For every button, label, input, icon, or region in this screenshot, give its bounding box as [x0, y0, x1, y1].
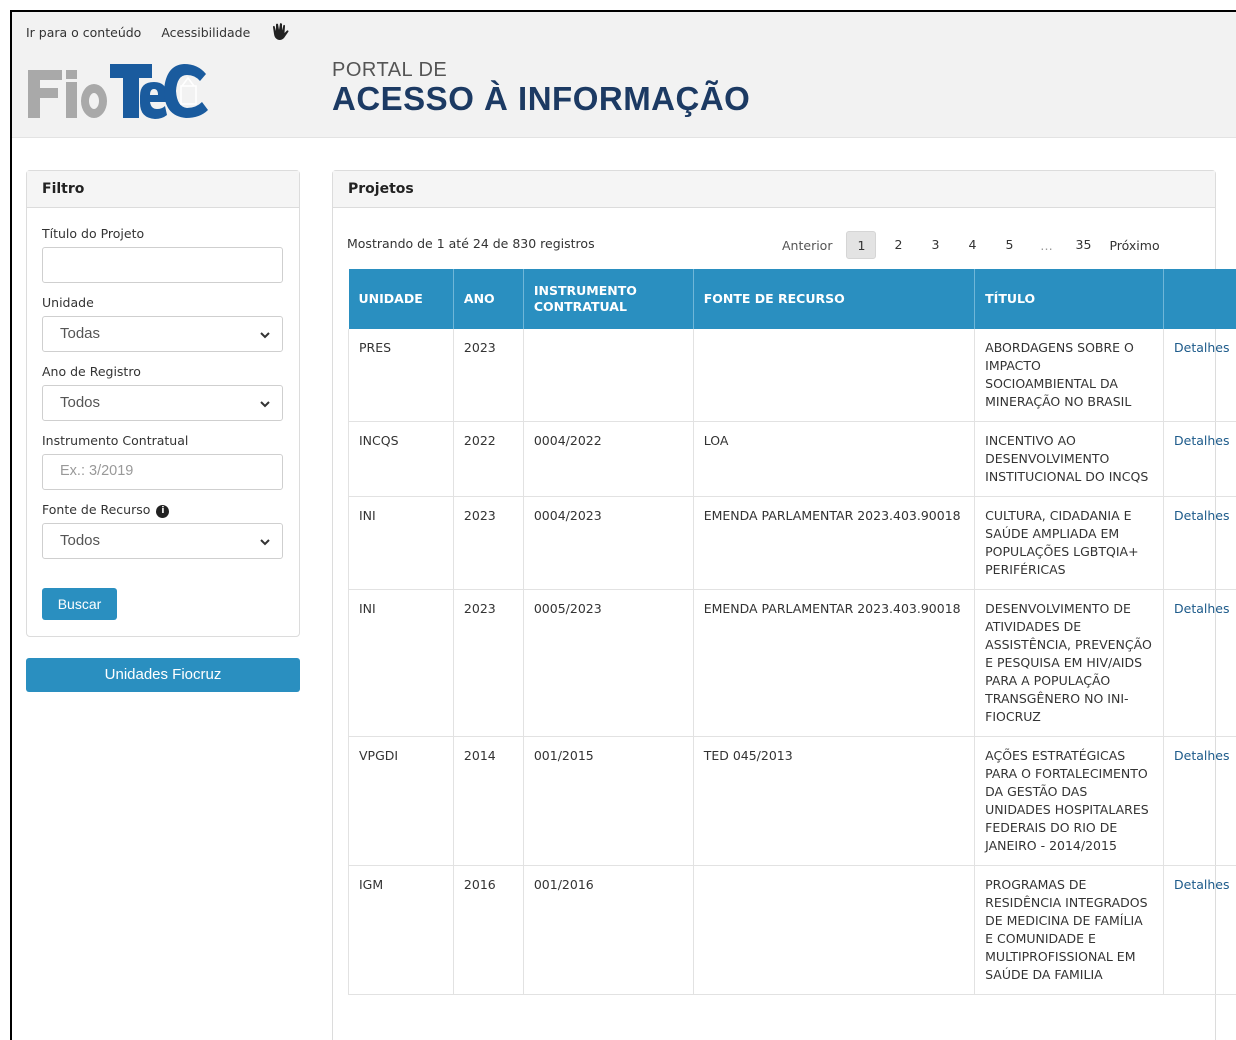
table-row: INCQS 2022 0004/2022 LOA INCENTIVO AO DE…: [348, 421, 1236, 497]
cell-instrumento: 0004/2023: [523, 496, 694, 590]
projects-table: UNIDADE ANO INSTRUMENTO CONTRATUAL FONTE…: [348, 269, 1236, 995]
cell-ano: 2014: [453, 736, 524, 866]
accessibility-link[interactable]: Acessibilidade: [161, 25, 250, 40]
detalhes-link[interactable]: Detalhes: [1174, 340, 1229, 355]
column-header[interactable]: ANO: [453, 269, 524, 329]
pagination-page[interactable]: 5: [994, 231, 1024, 259]
pagination-next[interactable]: Próximo: [1109, 238, 1159, 253]
cell-instrumento: [523, 329, 694, 422]
unidades-fiocruz-button[interactable]: Unidades Fiocruz: [26, 658, 300, 692]
cell-fonte: EMENDA PARLAMENTAR 2023.403.90018: [693, 589, 976, 737]
cell-titulo: PROGRAMAS DE RESIDÊNCIA INTEGRADOS DE ME…: [974, 865, 1164, 995]
pagination-page-last[interactable]: 35: [1068, 231, 1098, 259]
filter-panel: Filtro Título do Projeto Unidade Todas A…: [26, 170, 300, 637]
cell-instrumento: 001/2016: [523, 865, 694, 995]
cell-ano: 2023: [453, 589, 524, 737]
chevron-down-icon: [260, 401, 270, 408]
pagination: Anterior 1 2 3 4 5 … 35 Próximo: [782, 230, 1160, 260]
records-count: Mostrando de 1 até 24 de 830 registros: [347, 236, 595, 251]
ano-select[interactable]: Todos: [42, 385, 283, 421]
chevron-down-icon: [260, 539, 270, 546]
fonte-select[interactable]: Todos: [42, 523, 283, 559]
cell-instrumento: 0005/2023: [523, 589, 694, 737]
instrumento-label: Instrumento Contratual: [42, 433, 189, 448]
detalhes-link[interactable]: Detalhes: [1174, 433, 1229, 448]
cell-ano: 2016: [453, 865, 524, 995]
cell-action: Detalhes: [1163, 589, 1236, 737]
portal-title: ACESSO À INFORMAÇÃO: [332, 80, 751, 117]
cell-fonte: [693, 329, 976, 422]
column-header[interactable]: UNIDADE: [348, 269, 454, 329]
projects-heading: Projetos: [333, 171, 1215, 208]
cell-fonte: TED 045/2013: [693, 736, 976, 866]
cell-titulo: ABORDAGENS SOBRE O IMPACTO SOCIOAMBIENTA…: [974, 329, 1164, 422]
titulo-label: Título do Projeto: [42, 226, 145, 241]
titulo-input[interactable]: [42, 247, 283, 283]
sign-language-icon[interactable]: [270, 22, 292, 42]
table-row: INI 2023 0004/2023 EMENDA PARLAMENTAR 20…: [348, 496, 1236, 590]
cell-action: Detalhes: [1163, 421, 1236, 497]
cell-ano: 2022: [453, 421, 524, 497]
filter-heading: Filtro: [27, 171, 299, 208]
info-icon[interactable]: i: [156, 505, 170, 518]
column-header: [1163, 269, 1236, 329]
cell-ano: 2023: [453, 496, 524, 590]
table-row: INI 2023 0005/2023 EMENDA PARLAMENTAR 20…: [348, 589, 1236, 737]
pagination-prev[interactable]: Anterior: [782, 238, 832, 253]
cell-action: Detalhes: [1163, 736, 1236, 866]
top-links: Ir para o conteúdo Acessibilidade: [26, 22, 292, 42]
cell-titulo: CULTURA, CIDADANIA E SAÚDE AMPLIADA EM P…: [974, 496, 1164, 590]
fonte-label: Fonte de Recurso i: [42, 502, 170, 518]
cell-unidade: INCQS: [348, 421, 454, 497]
page-frame: Ir para o conteúdo Acessibilidade PORTAL…: [10, 10, 1236, 1040]
detalhes-link[interactable]: Detalhes: [1174, 508, 1229, 523]
cell-fonte: LOA: [693, 421, 976, 497]
cell-fonte: EMENDA PARLAMENTAR 2023.403.90018: [693, 496, 976, 590]
column-header[interactable]: FONTE DE RECURSO: [693, 269, 976, 329]
detalhes-link[interactable]: Detalhes: [1174, 877, 1229, 892]
unidade-label: Unidade: [42, 295, 94, 310]
instrumento-input[interactable]: Ex.: 3/2019: [42, 454, 283, 490]
fonte-select-value: Todos: [60, 532, 101, 549]
cell-action: Detalhes: [1163, 865, 1236, 995]
cell-instrumento: 001/2015: [523, 736, 694, 866]
pagination-page[interactable]: 3: [920, 231, 950, 259]
fiotec-logo[interactable]: [26, 56, 216, 122]
buscar-button[interactable]: Buscar: [42, 588, 117, 620]
detalhes-link[interactable]: Detalhes: [1174, 601, 1229, 616]
fonte-label-text: Fonte de Recurso: [42, 502, 151, 517]
table-row: IGM 2016 001/2016 PROGRAMAS DE RESIDÊNCI…: [348, 865, 1236, 995]
cell-unidade: PRES: [348, 329, 454, 422]
pagination-page[interactable]: 4: [957, 231, 987, 259]
skip-to-content-link[interactable]: Ir para o conteúdo: [26, 25, 141, 40]
cell-unidade: IGM: [348, 865, 454, 995]
table-row: VPGDI 2014 001/2015 TED 045/2013 AÇÕES E…: [348, 736, 1236, 866]
cell-action: Detalhes: [1163, 329, 1236, 422]
ano-select-value: Todos: [60, 394, 101, 411]
cell-titulo: DESENVOLVIMENTO DE ATIVIDADES DE ASSISTÊ…: [974, 589, 1164, 737]
chevron-down-icon: [260, 332, 270, 339]
cell-titulo: AÇÕES ESTRATÉGICAS PARA O FORTALECIMENTO…: [974, 736, 1164, 866]
pagination-ellipsis: …: [1040, 237, 1053, 253]
table-row: PRES 2023 ABORDAGENS SOBRE O IMPACTO SOC…: [348, 329, 1236, 422]
column-header[interactable]: INSTRUMENTO CONTRATUAL: [523, 269, 694, 329]
unidade-select-value: Todas: [60, 325, 101, 342]
cell-unidade: INI: [348, 589, 454, 737]
detalhes-link[interactable]: Detalhes: [1174, 748, 1229, 763]
cell-action: Detalhes: [1163, 496, 1236, 590]
portal-subtitle: PORTAL DE: [332, 59, 448, 81]
pagination-page[interactable]: 1: [846, 231, 877, 259]
cell-instrumento: 0004/2022: [523, 421, 694, 497]
cell-ano: 2023: [453, 329, 524, 422]
cell-unidade: INI: [348, 496, 454, 590]
ano-label: Ano de Registro: [42, 364, 141, 379]
table-header-row: UNIDADE ANO INSTRUMENTO CONTRATUAL FONTE…: [348, 269, 1236, 329]
column-header[interactable]: TÍTULO: [974, 269, 1164, 329]
cell-titulo: INCENTIVO AO DESENVOLVIMENTO INSTITUCION…: [974, 421, 1164, 497]
cell-fonte: [693, 865, 976, 995]
site-header: Ir para o conteúdo Acessibilidade PORTAL…: [12, 12, 1236, 138]
pagination-page[interactable]: 2: [883, 231, 913, 259]
cell-unidade: VPGDI: [348, 736, 454, 866]
unidade-select[interactable]: Todas: [42, 316, 283, 352]
